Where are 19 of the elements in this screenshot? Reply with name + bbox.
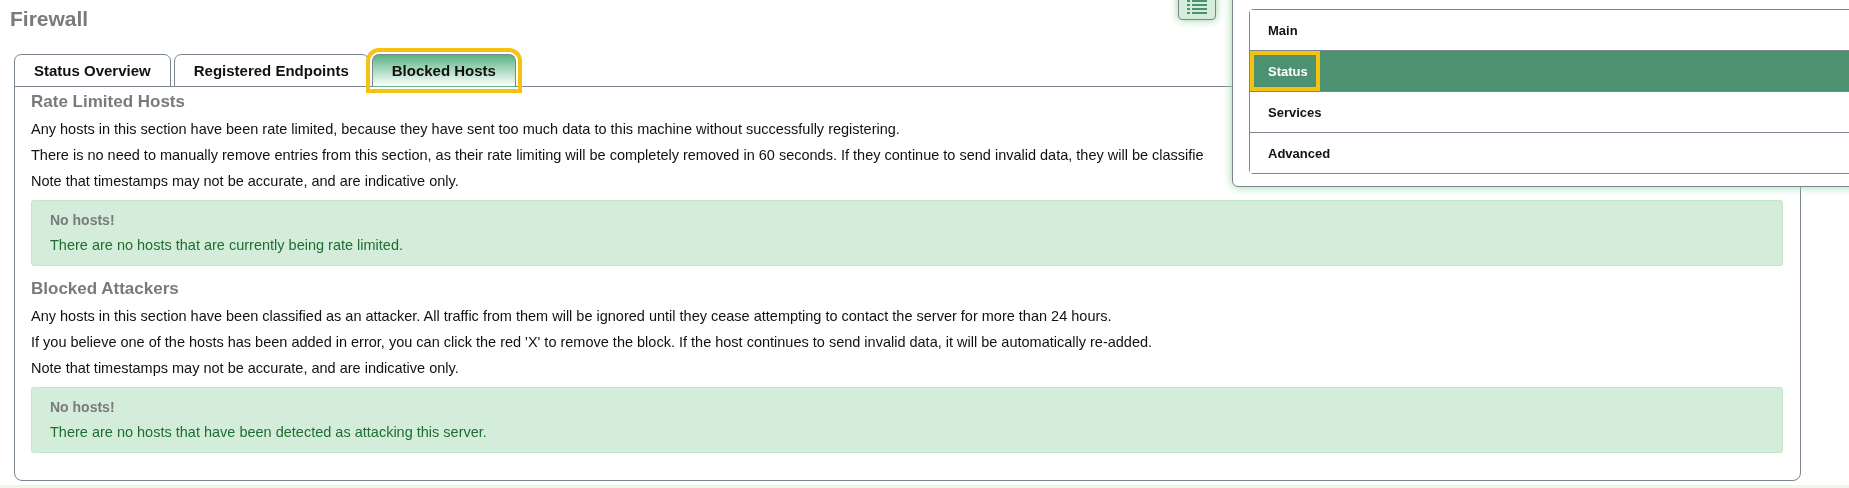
paragraph: There is no need to manually remove entries from this section, as their rate limiting will be completely removed in 60 seconds. If they continue to send invalid data, they will be classifie xyxy=(31,146,1204,165)
paragraph: Note that timestamps may not be accurate, and are indicative only. xyxy=(31,359,459,378)
alert-message: There are no hosts that are currently being rate limited. xyxy=(50,236,403,255)
menu-item[interactable]: Advanced xyxy=(1250,132,1849,173)
paragraph: Any hosts in this section have been classified as an attacker. All traffic from them will be ignored until they cease attempting to contact the server for more than 24 hours. xyxy=(31,307,1112,326)
page-title: Firewall xyxy=(10,6,89,32)
list-icon xyxy=(1187,0,1207,14)
section-heading: Blocked Attackers xyxy=(31,278,179,300)
alert-title: No hosts! xyxy=(50,211,115,230)
alert-title: No hosts! xyxy=(50,398,115,417)
menu-button[interactable] xyxy=(1178,0,1216,20)
tab[interactable]: Registered Endpoints xyxy=(173,54,369,87)
menu-item[interactable]: Status xyxy=(1250,50,1849,91)
alert-message: There are no hosts that have been detected as attacking this server. xyxy=(50,423,487,442)
paragraph: If you believe one of the hosts has been added in error, you can click the red 'X' to remove the block. If the host continues to send invalid data, it will be automatically re-added. xyxy=(31,333,1153,352)
tab[interactable]: Status Overview xyxy=(14,54,171,87)
section-heading: Rate Limited Hosts xyxy=(31,91,185,113)
paragraph: Note that timestamps may not be accurate, and are indicative only. xyxy=(31,172,459,191)
paragraph: Any hosts in this section have been rate limited, because they have sent too much data to this machine without successfully registering. xyxy=(31,120,900,139)
